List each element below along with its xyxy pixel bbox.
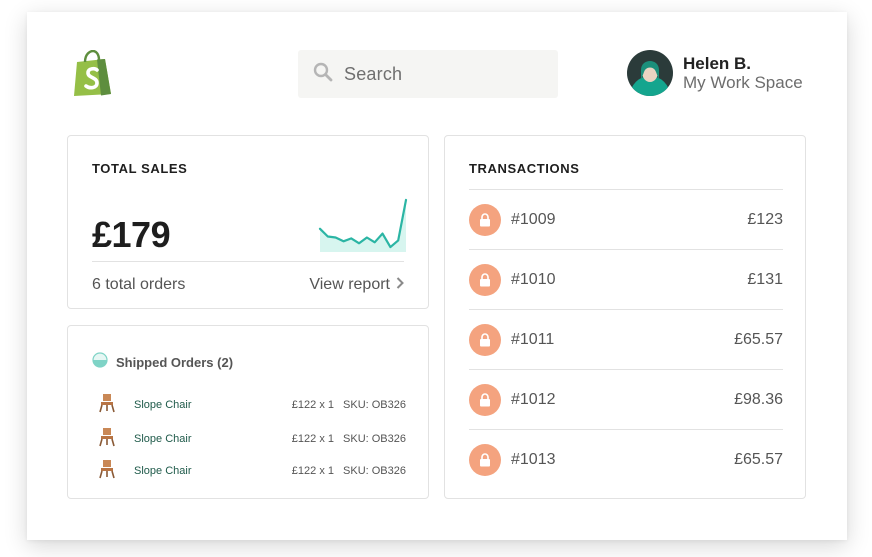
transactions-title: TRANSACTIONS <box>469 161 580 176</box>
transaction-id: #1012 <box>511 390 556 408</box>
product-sku: SKU: OB326 <box>343 433 406 445</box>
transactions-card: TRANSACTIONS #1009 £123 #1010 £131 #1011… <box>444 135 806 499</box>
avatar[interactable] <box>627 50 673 96</box>
chair-icon <box>98 393 116 418</box>
transaction-row[interactable]: #1011 £65.57 <box>469 309 783 369</box>
transaction-id: #1011 <box>511 330 555 348</box>
shopify-bag-icon[interactable] <box>71 49 115 98</box>
view-report-label: View report <box>309 276 390 293</box>
half-circle-icon <box>92 352 108 373</box>
order-item[interactable]: Slope Chair £122 x 1 SKU: OB326 <box>98 427 406 452</box>
search-input[interactable]: Search <box>344 64 402 85</box>
transaction-row[interactable]: #1013 £65.57 <box>469 429 783 489</box>
product-price: £122 x 1 <box>291 465 334 477</box>
transaction-amount: £98.36 <box>734 390 783 408</box>
transaction-row[interactable]: #1012 £98.36 <box>469 369 783 429</box>
product-name[interactable]: Slope Chair <box>134 399 191 411</box>
product-sku: SKU: OB326 <box>343 399 406 411</box>
transaction-amount: £65.57 <box>734 330 783 348</box>
total-sales-card: TOTAL SALES £179 6 total orders View rep… <box>67 135 429 309</box>
divider <box>92 261 404 262</box>
sales-amount: £179 <box>92 214 171 255</box>
shipped-orders-card: Shipped Orders (2) Slope Chair £122 x 1 … <box>67 325 429 499</box>
transaction-row[interactable]: #1009 £123 <box>469 189 783 249</box>
product-name[interactable]: Slope Chair <box>134 465 191 477</box>
product-price: £122 x 1 <box>291 433 334 445</box>
workspace-name: My Work Space <box>683 73 803 92</box>
lock-icon <box>469 443 501 476</box>
transaction-amount: £131 <box>747 270 783 288</box>
sales-title: TOTAL SALES <box>92 161 188 176</box>
chair-icon <box>98 427 116 452</box>
dashboard-frame: Search Helen B. My Work Space TOTAL SALE… <box>27 12 847 540</box>
transaction-id: #1010 <box>511 270 556 288</box>
chevron-right-icon <box>390 276 404 294</box>
shipped-title: Shipped Orders (2) <box>116 355 234 370</box>
lock-icon <box>469 383 501 416</box>
orders-count: 6 total orders <box>92 276 186 293</box>
user-profile[interactable]: Helen B. My Work Space <box>627 50 803 96</box>
product-price: £122 x 1 <box>291 399 334 411</box>
view-report-link[interactable]: View report <box>309 276 404 294</box>
transaction-id: #1009 <box>511 210 556 228</box>
search-icon <box>312 61 334 88</box>
order-item[interactable]: Slope Chair £122 x 1 SKU: OB326 <box>98 393 406 418</box>
product-sku: SKU: OB326 <box>343 465 406 477</box>
transaction-amount: £123 <box>747 210 783 228</box>
sales-sparkline <box>318 198 408 252</box>
transactions-list: #1009 £123 #1010 £131 #1011 £65.57 #1012… <box>469 189 783 489</box>
transaction-id: #1013 <box>511 450 556 468</box>
order-item[interactable]: Slope Chair £122 x 1 SKU: OB326 <box>98 459 406 484</box>
transaction-row[interactable]: #1010 £131 <box>469 249 783 309</box>
lock-icon <box>469 323 501 356</box>
lock-icon <box>469 263 501 296</box>
chair-icon <box>98 459 116 484</box>
user-name: Helen B. <box>683 54 752 73</box>
product-name[interactable]: Slope Chair <box>134 433 191 445</box>
search-bar[interactable]: Search <box>298 50 558 98</box>
transaction-amount: £65.57 <box>734 450 783 468</box>
lock-icon <box>469 203 501 236</box>
